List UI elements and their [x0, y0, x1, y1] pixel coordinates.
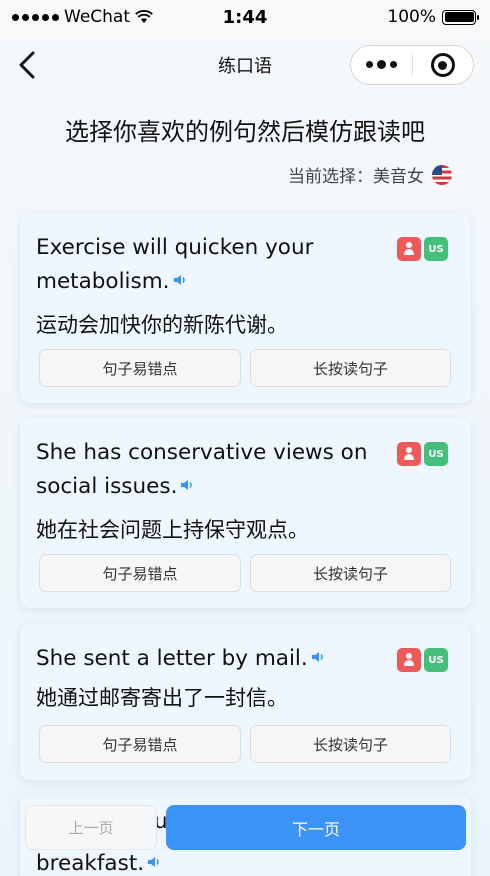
sentence-card: She has conservative views on social iss…: [20, 418, 471, 608]
voice-badges: US: [397, 648, 448, 672]
target-icon: [430, 53, 455, 77]
mini-program-capsule: [350, 45, 474, 85]
record-avatar-icon[interactable]: [397, 648, 421, 672]
voice-badges: US: [397, 237, 448, 261]
sentence-english: She has conservative views on social iss…: [36, 440, 368, 499]
more-dots-icon: [365, 60, 397, 69]
wifi-icon: [135, 10, 153, 23]
chevron-left-icon: [19, 51, 35, 79]
us-voice-badge[interactable]: US: [424, 442, 448, 466]
battery-icon: [442, 9, 479, 25]
back-button[interactable]: [12, 48, 42, 82]
sentence-chinese: 她通过邮寄寄出了一封信。: [36, 686, 288, 710]
carrier-name: WeChat: [64, 7, 130, 27]
page-title: 练口语: [218, 56, 272, 77]
speaker-icon[interactable]: [180, 479, 194, 491]
long-press-read-button[interactable]: 长按读句子: [250, 725, 451, 763]
error-points-button[interactable]: 句子易错点: [39, 725, 241, 763]
record-avatar-icon[interactable]: [397, 442, 421, 466]
instruction-heading: 选择你喜欢的例句然后模仿跟读吧: [65, 118, 425, 146]
us-voice-badge[interactable]: US: [424, 237, 448, 261]
current-selection[interactable]: 当前选择：美音女: [288, 162, 452, 187]
long-press-read-button[interactable]: 长按读句子: [250, 554, 451, 592]
long-press-read-button[interactable]: 长按读句子: [250, 349, 451, 387]
sentence-english: Exercise will quicken your metabolism.: [36, 235, 314, 294]
speaker-icon[interactable]: [173, 274, 187, 286]
voice-badges: US: [397, 442, 448, 466]
nav-bar: 练口语: [0, 34, 490, 96]
battery-percent: 100%: [387, 7, 436, 27]
next-page-button[interactable]: 下一页: [166, 805, 466, 850]
sentence-card: Exercise will quicken your metabolism. U…: [20, 213, 471, 403]
sentence-english: She sent a letter by mail.: [36, 642, 391, 676]
current-selection-label: 当前选择：美音女: [288, 167, 424, 187]
us-voice-badge[interactable]: US: [424, 648, 448, 672]
carrier-group: WeChat: [12, 7, 153, 27]
status-bar: WeChat 1:44 100%: [0, 0, 490, 34]
sentence-card: She sent a letter by mail. US 她通过邮寄寄出了一封…: [20, 624, 471, 780]
error-points-button[interactable]: 句子易错点: [39, 349, 241, 387]
us-flag-icon: [432, 164, 452, 185]
more-button[interactable]: [351, 46, 412, 84]
sentence-chinese: 她在社会问题上持保守观点。: [36, 518, 309, 542]
prev-page-button[interactable]: 上一页: [25, 805, 157, 850]
record-avatar-icon[interactable]: [397, 237, 421, 261]
pagination-bar: 上一页 下一页: [0, 800, 490, 876]
battery-group: 100%: [387, 7, 479, 27]
signal-icon: [12, 13, 59, 21]
sentence-chinese: 运动会加快你的新陈代谢。: [36, 313, 288, 337]
close-mini-program-button[interactable]: [413, 46, 474, 84]
error-points-button[interactable]: 句子易错点: [39, 554, 241, 592]
speaker-icon[interactable]: [311, 651, 325, 663]
